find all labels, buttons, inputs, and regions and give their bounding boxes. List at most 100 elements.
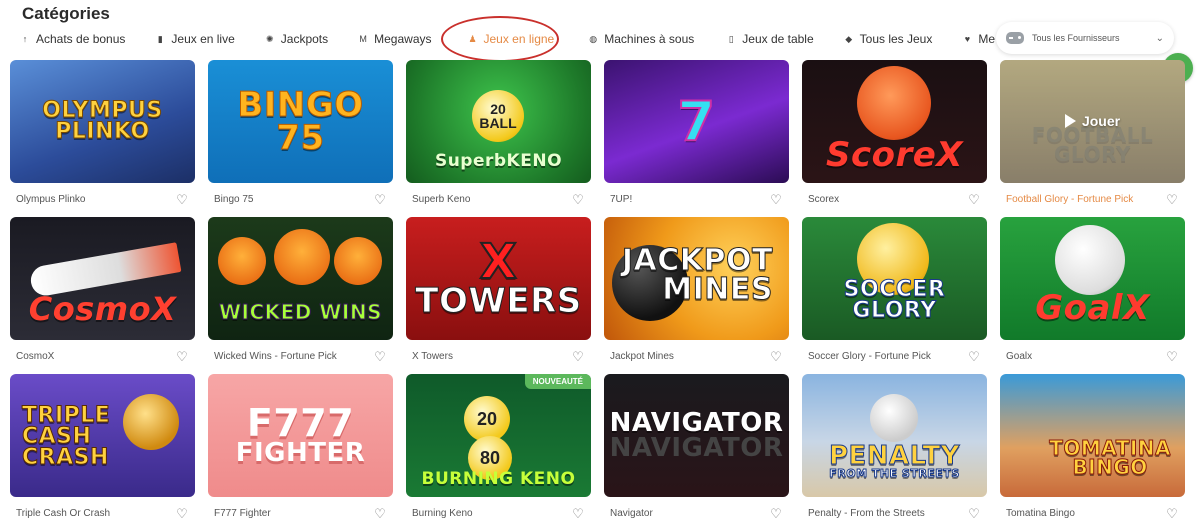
favorite-heart-icon[interactable]: ♡ xyxy=(373,350,387,363)
game-card: GoalX Goalx ♡ xyxy=(1000,217,1185,374)
category-label: Jeux de table xyxy=(742,32,814,46)
category-megaways[interactable]: M Megaways xyxy=(358,28,431,50)
pumpkin-art xyxy=(218,237,266,285)
game-title[interactable]: Soccer Glory - Fortune Pick xyxy=(808,351,931,362)
game-logo: ScoreX xyxy=(825,134,964,175)
game-title[interactable]: Jackpot Mines xyxy=(610,351,674,362)
play-button[interactable]: Jouer xyxy=(1064,112,1121,130)
category-online-games[interactable]: ♟ Jeux en ligne xyxy=(468,28,554,50)
game-thumbnail[interactable]: 7 xyxy=(604,60,789,183)
online-games-icon: ♟ xyxy=(468,33,477,44)
game-thumbnail[interactable]: JACKPOT MINES xyxy=(604,217,789,340)
game-card: SOCCER GLORY Soccer Glory - Fortune Pick… xyxy=(802,217,987,374)
category-label: Megaways xyxy=(374,32,432,46)
game-thumbnail[interactable]: WICKED WINS xyxy=(208,217,393,340)
game-card: WICKED WINS Wicked Wins - Fortune Pick ♡ xyxy=(208,217,393,374)
game-thumbnail[interactable]: OLYMPUS PLINKO xyxy=(10,60,195,183)
game-logo: SOCCER GLORY xyxy=(843,277,946,324)
game-logo-text: TOWERS xyxy=(415,281,582,322)
category-favorites[interactable]: ♥ Me xyxy=(962,28,995,50)
game-logo: WICKED WINS xyxy=(218,300,383,324)
game-thumbnail[interactable]: F777 FIGHTER xyxy=(208,374,393,497)
game-title[interactable]: X Towers xyxy=(412,351,453,362)
game-thumbnail[interactable]: PENALTY FROM THE STREETS xyxy=(802,374,987,497)
game-logo: 7 xyxy=(676,89,716,153)
favorite-heart-icon[interactable]: ♡ xyxy=(967,350,981,363)
category-bar: ↑ Achats de bonus ▮ Jeux en live ✺ Jackp… xyxy=(16,28,995,50)
game-logo: BURNING KENO xyxy=(421,468,576,489)
game-title[interactable]: 7UP! xyxy=(610,194,632,205)
hover-play-overlay[interactable]: Jouer xyxy=(1000,60,1185,183)
favorite-heart-icon[interactable]: ♡ xyxy=(769,350,783,363)
game-title[interactable]: Wicked Wins - Fortune Pick xyxy=(214,351,337,362)
category-all-games[interactable]: ◆ Tous les Jeux xyxy=(844,28,932,50)
game-card: FOOTBALL GLORY Jouer Football Glory - Fo… xyxy=(1000,60,1185,217)
favorite-heart-icon[interactable]: ♡ xyxy=(571,350,585,363)
favorite-heart-icon[interactable]: ♡ xyxy=(373,507,387,520)
favorite-heart-icon[interactable]: ♡ xyxy=(175,350,189,363)
game-title[interactable]: Penalty - From the Streets xyxy=(808,508,925,519)
game-title[interactable]: Tomatina Bingo xyxy=(1006,508,1075,519)
game-thumbnail[interactable]: 20 BALL SuperbKENO xyxy=(406,60,591,183)
game-thumbnail[interactable]: GoalX xyxy=(1000,217,1185,340)
game-thumbnail[interactable]: FOOTBALL GLORY Jouer xyxy=(1000,60,1185,183)
favorite-heart-icon[interactable]: ♡ xyxy=(571,507,585,520)
category-jackpots[interactable]: ✺ Jackpots xyxy=(265,28,328,50)
category-table-games[interactable]: ▯ Jeux de table xyxy=(726,28,814,50)
game-title[interactable]: Navigator xyxy=(610,508,653,519)
game-title[interactable]: Scorex xyxy=(808,194,839,205)
game-title[interactable]: Superb Keno xyxy=(412,194,470,205)
game-thumbnail[interactable]: BINGO 75 xyxy=(208,60,393,183)
game-thumbnail[interactable]: 20 80 BURNING KENO NOUVEAUTÉ xyxy=(406,374,591,497)
game-logo: JACKPOT MINES xyxy=(621,243,773,307)
game-card: PENALTY FROM THE STREETS Penalty - From … xyxy=(802,374,987,528)
game-title[interactable]: Burning Keno xyxy=(412,508,473,519)
category-label: Me xyxy=(978,32,996,46)
soccer-ball-art xyxy=(1055,225,1125,295)
game-thumbnail[interactable]: TRIPLE CASH CRASH xyxy=(10,374,195,497)
game-thumbnail[interactable]: CosmoX xyxy=(10,217,195,340)
favorite-heart-icon[interactable]: ♡ xyxy=(571,193,585,206)
game-card: TRIPLE CASH CRASH Triple Cash Or Crash ♡ xyxy=(10,374,195,528)
game-title[interactable]: Triple Cash Or Crash xyxy=(16,508,110,519)
game-title[interactable]: CosmoX xyxy=(16,351,54,362)
category-live[interactable]: ▮ Jeux en live xyxy=(155,28,235,50)
game-thumbnail[interactable]: SOCCER GLORY xyxy=(802,217,987,340)
favorite-heart-icon[interactable]: ♡ xyxy=(175,193,189,206)
favorite-heart-icon[interactable]: ♡ xyxy=(1165,193,1179,206)
game-thumbnail[interactable]: ScoreX xyxy=(802,60,987,183)
favorite-heart-icon[interactable]: ♡ xyxy=(967,507,981,520)
astronaut-art xyxy=(123,394,179,450)
play-icon xyxy=(1064,114,1076,128)
game-title[interactable]: Goalx xyxy=(1006,351,1032,362)
game-title[interactable]: Olympus Plinko xyxy=(16,194,85,205)
soccer-ball-art xyxy=(857,66,931,140)
play-label: Jouer xyxy=(1081,113,1121,129)
table-games-icon: ▯ xyxy=(728,33,734,44)
game-card: 20 80 BURNING KENO NOUVEAUTÉ Burning Ken… xyxy=(406,374,591,528)
favorite-heart-icon[interactable]: ♡ xyxy=(373,193,387,206)
game-logo: CosmoX xyxy=(28,289,177,328)
category-slots[interactable]: ◍ Machines à sous xyxy=(588,28,694,50)
category-label: Jeux en live xyxy=(171,32,235,46)
game-title[interactable]: Football Glory - Fortune Pick xyxy=(1006,194,1133,205)
favorite-heart-icon[interactable]: ♡ xyxy=(175,507,189,520)
game-title[interactable]: Bingo 75 xyxy=(214,194,253,205)
provider-filter-dropdown[interactable]: Tous les Fournisseurs ⌄ xyxy=(996,22,1174,54)
favorite-heart-icon[interactable]: ♡ xyxy=(769,193,783,206)
favorite-heart-icon[interactable]: ♡ xyxy=(769,507,783,520)
game-thumbnail[interactable]: X TOWERS xyxy=(406,217,591,340)
category-bonus-buy[interactable]: ↑ Achats de bonus xyxy=(20,28,126,50)
favorite-heart-icon[interactable]: ♡ xyxy=(1165,350,1179,363)
game-thumbnail[interactable]: TOMATINA BINGO xyxy=(1000,374,1185,497)
slot-machine-icon: ◍ xyxy=(589,33,598,44)
game-logo: NAVIGATOR NAVIGATOR xyxy=(606,407,788,464)
game-logo: OLYMPUS PLINKO xyxy=(42,97,163,144)
game-thumbnail[interactable]: NAVIGATOR NAVIGATOR xyxy=(604,374,789,497)
favorite-heart-icon[interactable]: ♡ xyxy=(1165,507,1179,520)
game-logo-x: X xyxy=(479,233,518,290)
favorite-heart-icon[interactable]: ♡ xyxy=(967,193,981,206)
category-label: Jackpots xyxy=(280,32,329,46)
game-title[interactable]: F777 Fighter xyxy=(214,508,271,519)
game-logo-subtext: FIGHTER xyxy=(235,438,366,469)
